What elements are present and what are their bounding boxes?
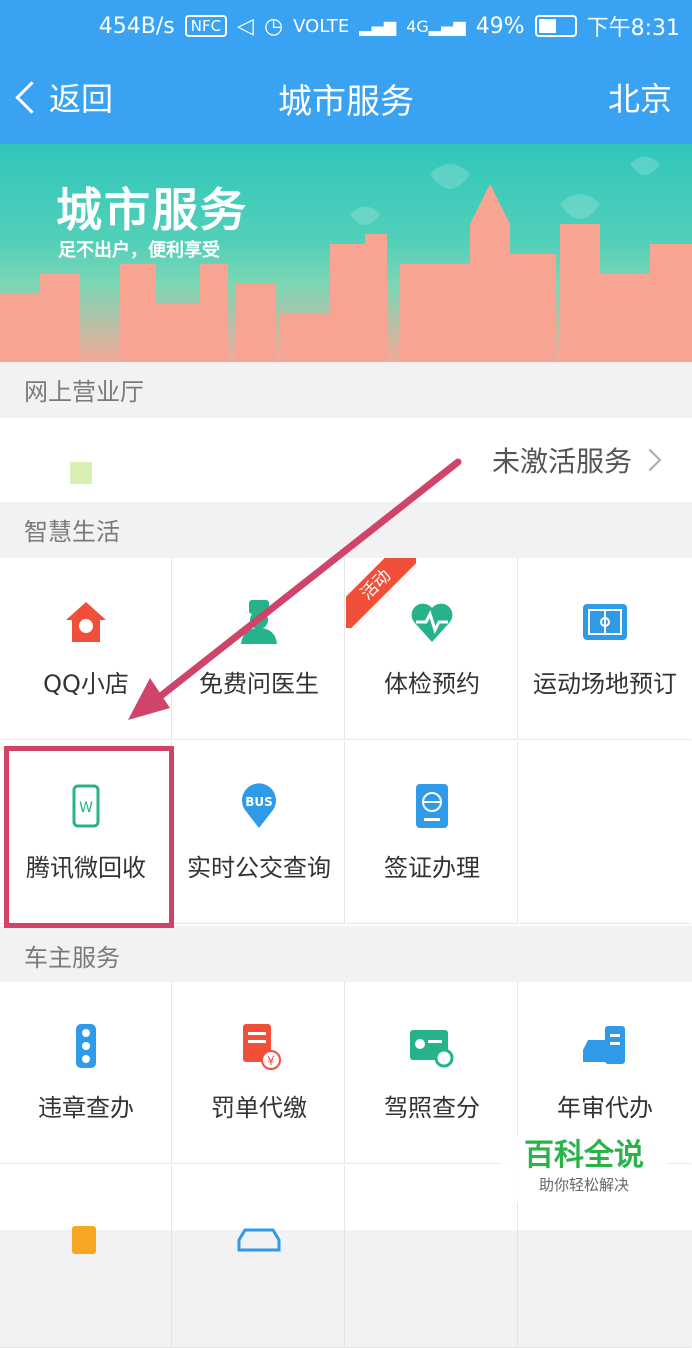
watermark-subtitle: 助你轻松解决: [538, 1176, 629, 1194]
annotation-arrow: [128, 458, 462, 720]
watermark-title: 百科全说: [524, 1138, 644, 1173]
watermark: 百科全说 助你轻松解决: [500, 1136, 668, 1202]
